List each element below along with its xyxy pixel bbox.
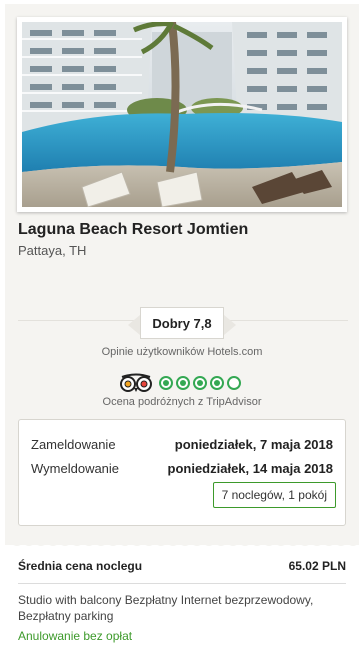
rating-bubble-icon (193, 376, 207, 390)
hotel-name[interactable]: Laguna Beach Resort Jomtien (18, 221, 248, 239)
tripadvisor-bubbles (159, 376, 241, 390)
checkin-value: poniedziałek, 7 maja 2018 (174, 437, 333, 452)
average-price-value: 65.02 PLN (288, 559, 346, 573)
hotel-location: Pattaya, TH (18, 243, 87, 258)
room-description: Studio with balcony Bezpłatny Internet b… (18, 593, 314, 623)
free-cancellation: Anulowanie bez opłat (18, 629, 133, 643)
checkin-row: Zameldowanie poniedziałek, 7 maja 2018 (31, 437, 333, 452)
rating-bubble-empty-icon (227, 376, 241, 390)
tripadvisor-owl-icon (120, 373, 152, 392)
rating-bubble-icon (210, 376, 224, 390)
rating-bubble-icon (159, 376, 173, 390)
hotel-photo-image (22, 22, 342, 207)
checkout-value: poniedziałek, 14 maja 2018 (167, 461, 333, 476)
hotels-reviews-caption: Opinie użytkowników Hotels.com (101, 346, 263, 358)
tripadvisor-caption: Ocena podróżnych z TripAdvisor (102, 396, 262, 408)
rating-bubble-icon (176, 376, 190, 390)
nights-rooms-summary: 7 noclegów, 1 pokój (212, 482, 336, 508)
stay-dates-box: Zameldowanie poniedziałek, 7 maja 2018 W… (18, 419, 346, 526)
average-price-label: Średnia cena noclegu (18, 559, 143, 573)
guest-rating-badge: Dobry 7,8 (140, 307, 224, 339)
price-divider (18, 583, 346, 584)
checkout-row: Wymeldowanie poniedziałek, 14 maja 2018 (31, 461, 333, 476)
hotel-card: Laguna Beach Resort Jomtien Pattaya, TH … (5, 4, 359, 545)
average-price-row: Średnia cena noclegu 65.02 PLN (18, 559, 346, 573)
ribbon-tail-right (224, 315, 236, 335)
ribbon-tail-left (128, 315, 140, 335)
checkout-label: Wymeldowanie (31, 461, 120, 476)
tripadvisor-rating (119, 373, 241, 393)
ticket-edge (5, 539, 359, 546)
hotel-photo[interactable] (17, 17, 347, 212)
checkin-label: Zameldowanie (31, 437, 116, 452)
